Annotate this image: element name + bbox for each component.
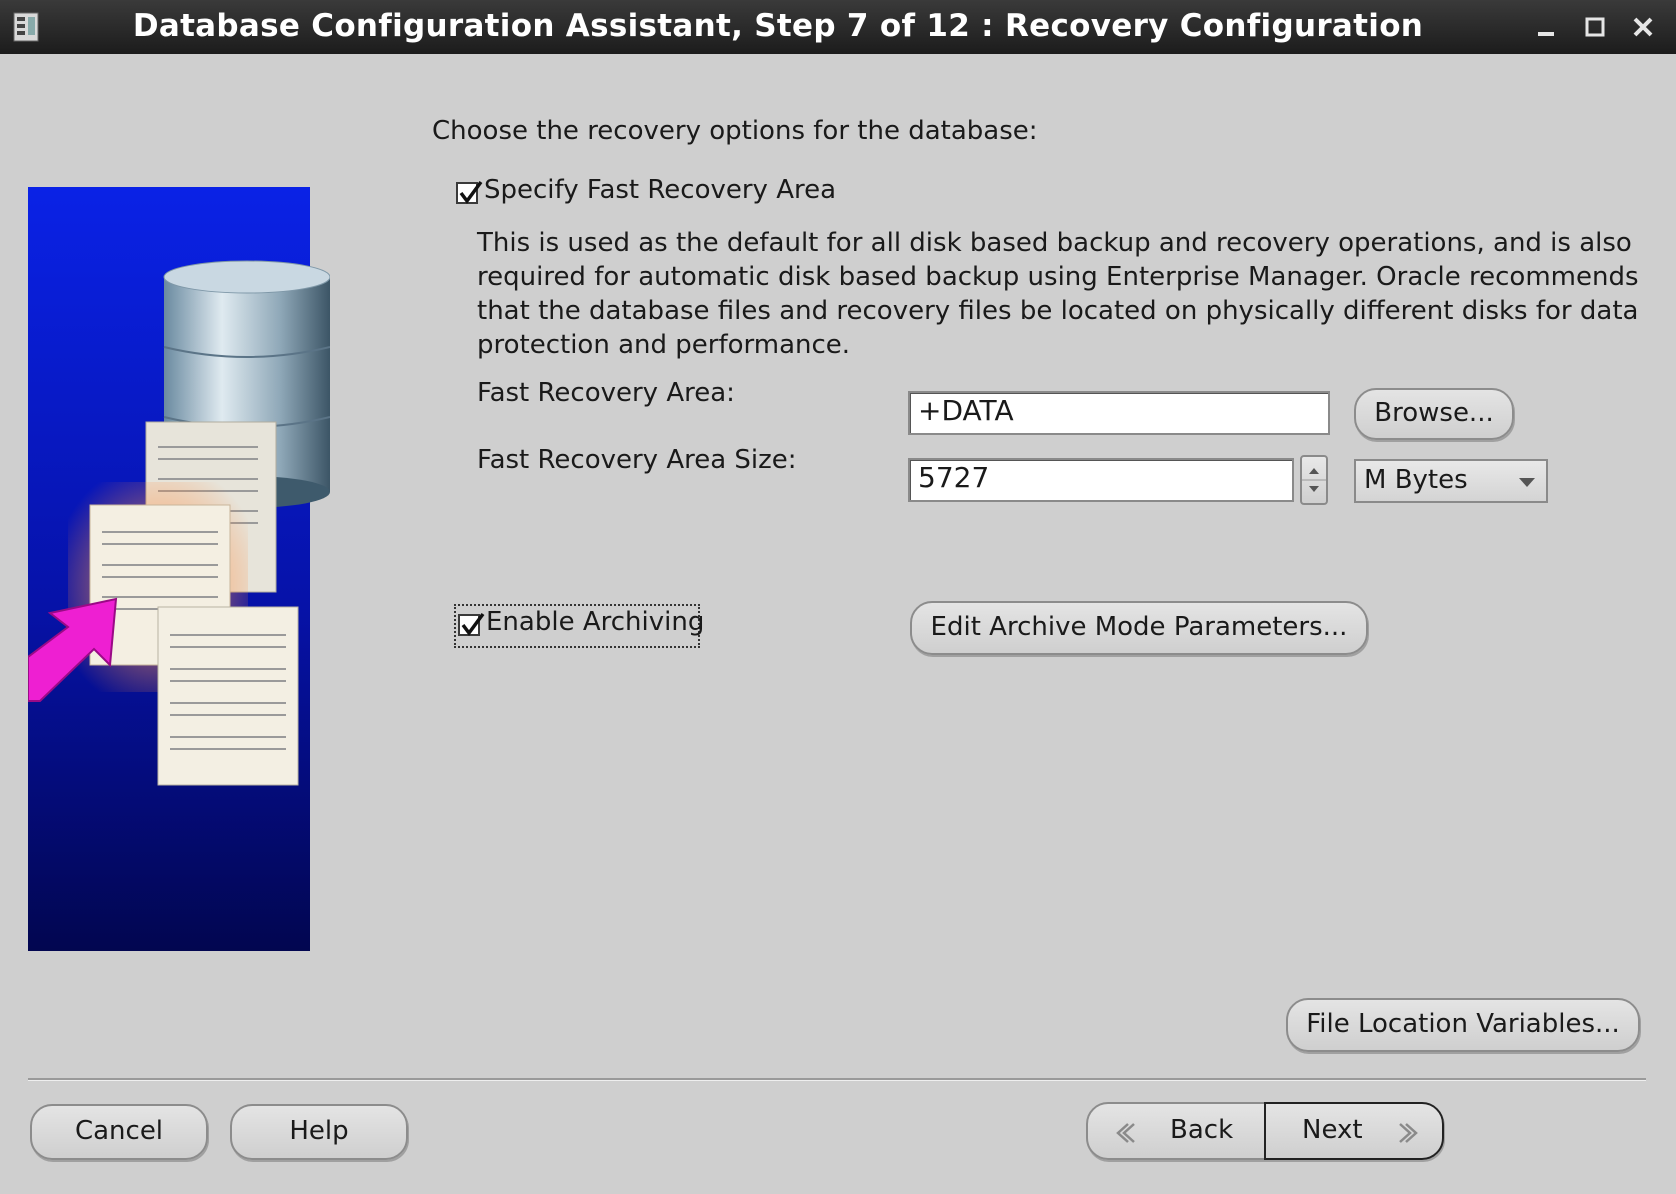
edit-archive-params-button[interactable]: Edit Archive Mode Parameters... bbox=[910, 601, 1368, 655]
intro-text: Choose the recovery options for the data… bbox=[432, 116, 1038, 146]
next-button-label: Next bbox=[1302, 1115, 1363, 1145]
database-illustration bbox=[28, 187, 330, 951]
back-chevron-icon bbox=[1116, 1123, 1135, 1143]
next-chevron-icon bbox=[1399, 1123, 1418, 1143]
file-location-variables-button[interactable]: File Location Variables... bbox=[1286, 998, 1640, 1052]
close-icon[interactable] bbox=[1626, 10, 1660, 44]
fast-recovery-area-input[interactable]: +DATA bbox=[908, 391, 1330, 435]
dialog-content: Choose the recovery options for the data… bbox=[0, 54, 1676, 1194]
fast-recovery-description: This is used as the default for all disk… bbox=[477, 228, 1639, 360]
fast-recovery-area-label: Fast Recovery Area: bbox=[477, 378, 735, 408]
size-unit-value: M Bytes bbox=[1364, 465, 1468, 495]
fast-recovery-size-label: Fast Recovery Area Size: bbox=[477, 445, 797, 475]
fast-recovery-size-input[interactable]: 5727 bbox=[908, 458, 1294, 502]
browse-button[interactable]: Browse... bbox=[1354, 388, 1514, 440]
cancel-button[interactable]: Cancel bbox=[30, 1104, 208, 1160]
minimize-icon[interactable] bbox=[1530, 10, 1564, 44]
maximize-icon[interactable] bbox=[1578, 10, 1612, 44]
spinner-up-icon[interactable] bbox=[1309, 468, 1319, 474]
back-button-label: Back bbox=[1170, 1115, 1234, 1145]
size-unit-select[interactable]: M Bytes bbox=[1354, 459, 1548, 503]
help-button[interactable]: Help bbox=[230, 1104, 408, 1160]
enable-archiving-label[interactable]: Enable Archiving bbox=[486, 607, 704, 637]
back-button[interactable]: Back bbox=[1086, 1102, 1266, 1160]
dropdown-arrow-icon bbox=[1519, 478, 1535, 487]
title-bar: Database Configuration Assistant, Step 7… bbox=[0, 0, 1676, 54]
spinner-down-icon[interactable] bbox=[1309, 486, 1319, 492]
size-spinner[interactable] bbox=[1300, 455, 1328, 505]
fast-recovery-checkbox-label[interactable]: Specify Fast Recovery Area bbox=[484, 175, 836, 205]
enable-archiving-checkbox[interactable] bbox=[458, 612, 485, 636]
fast-recovery-checkbox[interactable] bbox=[456, 180, 483, 204]
window-title: Database Configuration Assistant, Step 7… bbox=[132, 8, 1424, 44]
checkmark-icon bbox=[459, 180, 483, 204]
footer-divider bbox=[28, 1078, 1646, 1081]
next-button[interactable]: Next bbox=[1264, 1102, 1444, 1160]
checkmark-icon bbox=[461, 612, 485, 636]
